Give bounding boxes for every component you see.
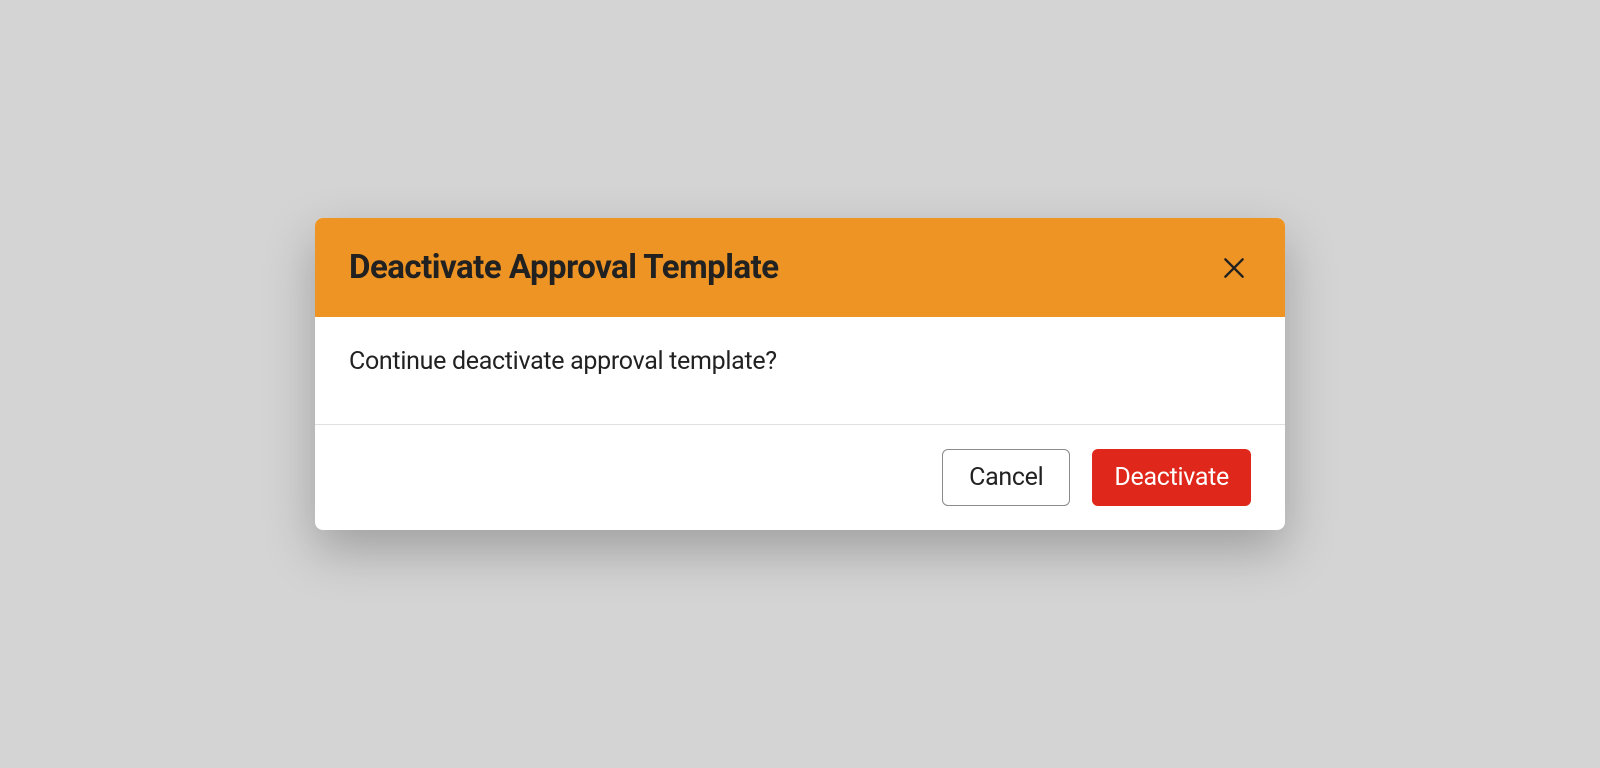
dialog-message: Continue deactivate approval template? xyxy=(349,347,1251,376)
dialog-body: Continue deactivate approval template? xyxy=(315,317,1285,424)
deactivate-button[interactable]: Deactivate xyxy=(1092,449,1251,506)
dialog-footer: Cancel Deactivate xyxy=(315,424,1285,530)
close-icon xyxy=(1221,255,1247,281)
confirm-dialog: Deactivate Approval Template Continue de… xyxy=(315,218,1285,530)
dialog-header: Deactivate Approval Template xyxy=(315,218,1285,317)
dialog-title: Deactivate Approval Template xyxy=(349,248,779,287)
cancel-button[interactable]: Cancel xyxy=(942,449,1070,506)
close-button[interactable] xyxy=(1217,251,1251,285)
